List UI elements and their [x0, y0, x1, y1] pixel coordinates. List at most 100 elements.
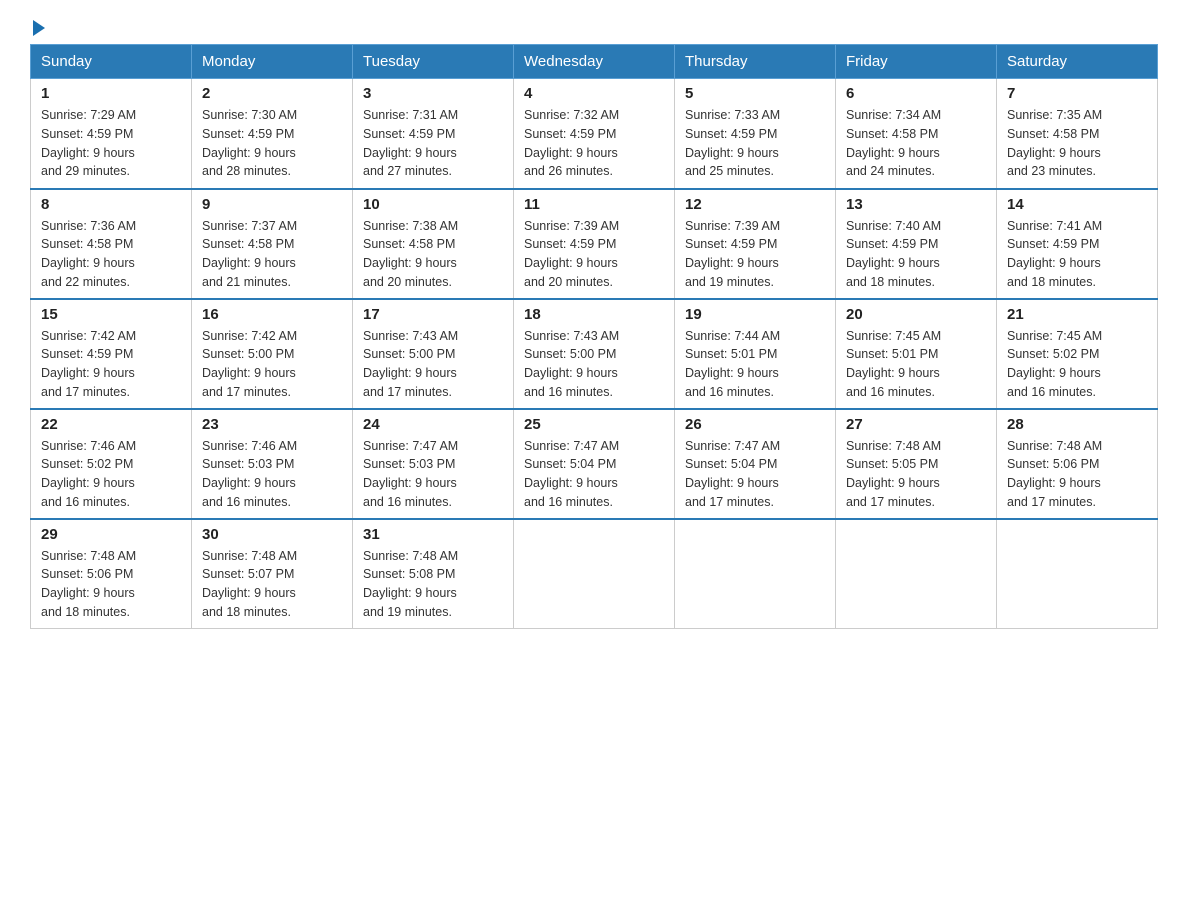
calendar-day-cell: 31 Sunrise: 7:48 AMSunset: 5:08 PMDayligh…	[353, 519, 514, 629]
calendar-day-cell: 14 Sunrise: 7:41 AMSunset: 4:59 PMDayligh…	[997, 189, 1158, 299]
day-number: 17	[363, 306, 503, 323]
day-info: Sunrise: 7:33 AMSunset: 4:59 PMDaylight:…	[685, 106, 825, 181]
calendar-week-row: 1 Sunrise: 7:29 AMSunset: 4:59 PMDaylight…	[31, 79, 1158, 189]
calendar-day-cell: 15 Sunrise: 7:42 AMSunset: 4:59 PMDayligh…	[31, 299, 192, 409]
calendar-day-cell: 9 Sunrise: 7:37 AMSunset: 4:58 PMDaylight…	[192, 189, 353, 299]
day-info: Sunrise: 7:36 AMSunset: 4:58 PMDaylight:…	[41, 217, 181, 292]
day-number: 31	[363, 526, 503, 543]
day-info: Sunrise: 7:32 AMSunset: 4:59 PMDaylight:…	[524, 106, 664, 181]
calendar-weekday-friday: Friday	[836, 45, 997, 79]
calendar-day-cell: 12Sunrise: 7:39 AMSunset: 4:59 PMDayligh…	[675, 189, 836, 299]
day-info: Sunrise: 7:31 AMSunset: 4:59 PMDaylight:…	[363, 106, 503, 181]
day-info: Sunrise: 7:43 AMSunset: 5:00 PMDaylight:…	[363, 327, 503, 402]
calendar-day-cell	[514, 519, 675, 629]
day-info: Sunrise: 7:40 AMSunset: 4:59 PMDaylight:…	[846, 217, 986, 292]
day-number: 14	[1007, 196, 1147, 213]
day-info: Sunrise: 7:38 AMSunset: 4:58 PMDaylight:…	[363, 217, 503, 292]
day-info: Sunrise: 7:41 AMSunset: 4:59 PMDaylight:…	[1007, 217, 1147, 292]
calendar-day-cell: 27 Sunrise: 7:48 AMSunset: 5:05 PMDayligh…	[836, 409, 997, 519]
calendar-day-cell: 16 Sunrise: 7:42 AMSunset: 5:00 PMDayligh…	[192, 299, 353, 409]
day-number: 11	[524, 196, 664, 213]
day-number: 19	[685, 306, 825, 323]
day-info: Sunrise: 7:42 AMSunset: 4:59 PMDaylight:…	[41, 327, 181, 402]
calendar-day-cell	[997, 519, 1158, 629]
day-info: Sunrise: 7:34 AMSunset: 4:58 PMDaylight:…	[846, 106, 986, 181]
day-info: Sunrise: 7:46 AMSunset: 5:02 PMDaylight:…	[41, 437, 181, 512]
day-number: 30	[202, 526, 342, 543]
day-info: Sunrise: 7:47 AMSunset: 5:03 PMDaylight:…	[363, 437, 503, 512]
day-info: Sunrise: 7:48 AMSunset: 5:06 PMDaylight:…	[41, 547, 181, 622]
day-number: 9	[202, 196, 342, 213]
day-number: 13	[846, 196, 986, 213]
calendar-day-cell: 5 Sunrise: 7:33 AMSunset: 4:59 PMDaylight…	[675, 79, 836, 189]
day-number: 21	[1007, 306, 1147, 323]
calendar-day-cell: 23 Sunrise: 7:46 AMSunset: 5:03 PMDayligh…	[192, 409, 353, 519]
calendar-day-cell: 10 Sunrise: 7:38 AMSunset: 4:58 PMDayligh…	[353, 189, 514, 299]
day-info: Sunrise: 7:29 AMSunset: 4:59 PMDaylight:…	[41, 106, 181, 181]
day-info: Sunrise: 7:45 AMSunset: 5:02 PMDaylight:…	[1007, 327, 1147, 402]
calendar-day-cell: 7 Sunrise: 7:35 AMSunset: 4:58 PMDaylight…	[997, 79, 1158, 189]
day-info: Sunrise: 7:47 AMSunset: 5:04 PMDaylight:…	[685, 437, 825, 512]
calendar-day-cell: 18 Sunrise: 7:43 AMSunset: 5:00 PMDayligh…	[514, 299, 675, 409]
day-info: Sunrise: 7:37 AMSunset: 4:58 PMDaylight:…	[202, 217, 342, 292]
calendar-day-cell: 22 Sunrise: 7:46 AMSunset: 5:02 PMDayligh…	[31, 409, 192, 519]
day-number: 1	[41, 85, 181, 102]
day-number: 8	[41, 196, 181, 213]
calendar-day-cell: 2Sunrise: 7:30 AMSunset: 4:59 PMDaylight…	[192, 79, 353, 189]
day-number: 16	[202, 306, 342, 323]
day-number: 7	[1007, 85, 1147, 102]
calendar-day-cell: 29 Sunrise: 7:48 AMSunset: 5:06 PMDayligh…	[31, 519, 192, 629]
day-number: 5	[685, 85, 825, 102]
calendar-weekday-tuesday: Tuesday	[353, 45, 514, 79]
calendar-day-cell: 13 Sunrise: 7:40 AMSunset: 4:59 PMDayligh…	[836, 189, 997, 299]
calendar-day-cell: 3 Sunrise: 7:31 AMSunset: 4:59 PMDaylight…	[353, 79, 514, 189]
calendar-weekday-saturday: Saturday	[997, 45, 1158, 79]
day-info: Sunrise: 7:44 AMSunset: 5:01 PMDaylight:…	[685, 327, 825, 402]
logo	[30, 20, 45, 34]
day-info: Sunrise: 7:30 AMSunset: 4:59 PMDaylight:…	[202, 106, 342, 181]
calendar-table: SundayMondayTuesdayWednesdayThursdayFrid…	[30, 44, 1158, 629]
calendar-day-cell: 24Sunrise: 7:47 AMSunset: 5:03 PMDayligh…	[353, 409, 514, 519]
day-number: 25	[524, 416, 664, 433]
calendar-day-cell: 11Sunrise: 7:39 AMSunset: 4:59 PMDayligh…	[514, 189, 675, 299]
day-number: 10	[363, 196, 503, 213]
calendar-weekday-thursday: Thursday	[675, 45, 836, 79]
calendar-header-row: SundayMondayTuesdayWednesdayThursdayFrid…	[31, 45, 1158, 79]
day-info: Sunrise: 7:45 AMSunset: 5:01 PMDaylight:…	[846, 327, 986, 402]
day-info: Sunrise: 7:48 AMSunset: 5:05 PMDaylight:…	[846, 437, 986, 512]
page-header	[30, 20, 1158, 34]
day-info: Sunrise: 7:48 AMSunset: 5:08 PMDaylight:…	[363, 547, 503, 622]
calendar-day-cell: 4Sunrise: 7:32 AMSunset: 4:59 PMDaylight…	[514, 79, 675, 189]
day-number: 3	[363, 85, 503, 102]
calendar-day-cell: 25 Sunrise: 7:47 AMSunset: 5:04 PMDayligh…	[514, 409, 675, 519]
day-number: 29	[41, 526, 181, 543]
day-info: Sunrise: 7:42 AMSunset: 5:00 PMDaylight:…	[202, 327, 342, 402]
calendar-day-cell: 17 Sunrise: 7:43 AMSunset: 5:00 PMDayligh…	[353, 299, 514, 409]
day-number: 23	[202, 416, 342, 433]
logo-arrow-icon	[33, 20, 45, 36]
calendar-weekday-sunday: Sunday	[31, 45, 192, 79]
day-number: 26	[685, 416, 825, 433]
calendar-day-cell: 21 Sunrise: 7:45 AMSunset: 5:02 PMDayligh…	[997, 299, 1158, 409]
day-number: 27	[846, 416, 986, 433]
calendar-week-row: 8 Sunrise: 7:36 AMSunset: 4:58 PMDaylight…	[31, 189, 1158, 299]
day-number: 20	[846, 306, 986, 323]
day-number: 18	[524, 306, 664, 323]
day-number: 28	[1007, 416, 1147, 433]
day-info: Sunrise: 7:47 AMSunset: 5:04 PMDaylight:…	[524, 437, 664, 512]
day-info: Sunrise: 7:39 AMSunset: 4:59 PMDaylight:…	[685, 217, 825, 292]
day-info: Sunrise: 7:43 AMSunset: 5:00 PMDaylight:…	[524, 327, 664, 402]
day-number: 22	[41, 416, 181, 433]
calendar-week-row: 15 Sunrise: 7:42 AMSunset: 4:59 PMDayligh…	[31, 299, 1158, 409]
day-info: Sunrise: 7:35 AMSunset: 4:58 PMDaylight:…	[1007, 106, 1147, 181]
calendar-day-cell: 30 Sunrise: 7:48 AMSunset: 5:07 PMDayligh…	[192, 519, 353, 629]
day-number: 6	[846, 85, 986, 102]
calendar-day-cell	[836, 519, 997, 629]
calendar-weekday-monday: Monday	[192, 45, 353, 79]
day-number: 15	[41, 306, 181, 323]
calendar-day-cell: 1 Sunrise: 7:29 AMSunset: 4:59 PMDaylight…	[31, 79, 192, 189]
calendar-day-cell: 6 Sunrise: 7:34 AMSunset: 4:58 PMDaylight…	[836, 79, 997, 189]
calendar-week-row: 29 Sunrise: 7:48 AMSunset: 5:06 PMDayligh…	[31, 519, 1158, 629]
day-info: Sunrise: 7:48 AMSunset: 5:07 PMDaylight:…	[202, 547, 342, 622]
day-info: Sunrise: 7:46 AMSunset: 5:03 PMDaylight:…	[202, 437, 342, 512]
